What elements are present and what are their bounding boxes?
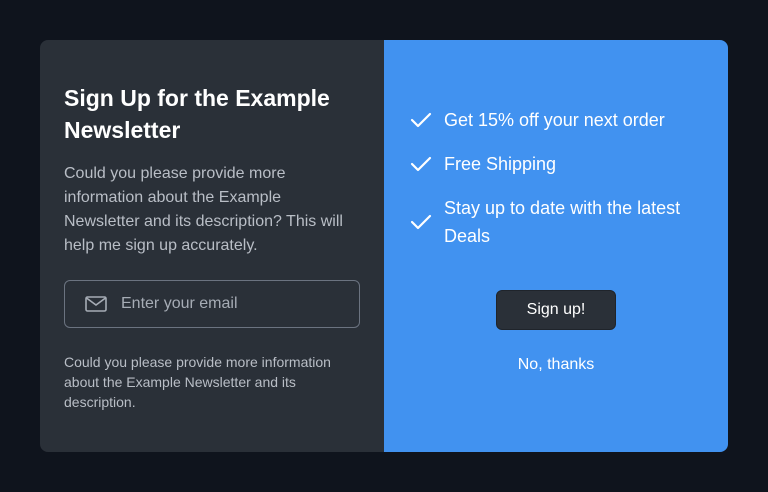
sign-up-button[interactable]: Sign up!	[496, 290, 616, 330]
check-icon	[410, 214, 432, 230]
benefits-panel: Get 15% off your next order Free Shippin…	[384, 40, 728, 452]
mail-icon	[85, 296, 107, 312]
modal-title: Sign Up for the Example Newsletter	[64, 85, 330, 143]
check-icon	[410, 156, 432, 172]
list-item: Get 15% off your next order	[410, 106, 710, 134]
benefit-text: Get 15% off your next order	[444, 110, 665, 130]
check-icon	[410, 112, 432, 128]
no-thanks-link[interactable]: No, thanks	[384, 356, 728, 374]
email-field[interactable]	[64, 280, 360, 328]
benefit-text: Free Shipping	[444, 154, 557, 174]
benefits-list: Get 15% off your next order Free Shippin…	[410, 106, 710, 266]
email-input[interactable]	[121, 295, 341, 313]
list-item: Free Shipping	[410, 150, 710, 178]
benefit-text: Stay up to date with the latest Deals	[444, 198, 681, 246]
newsletter-modal: Sign Up for the Example Newsletter Could…	[40, 40, 728, 452]
modal-description: Could you please provide more informatio…	[64, 165, 343, 254]
form-note: Could you please provide more informatio…	[64, 354, 331, 410]
signup-form-panel: Sign Up for the Example Newsletter Could…	[40, 40, 384, 452]
list-item: Stay up to date with the latest Deals	[410, 194, 710, 250]
